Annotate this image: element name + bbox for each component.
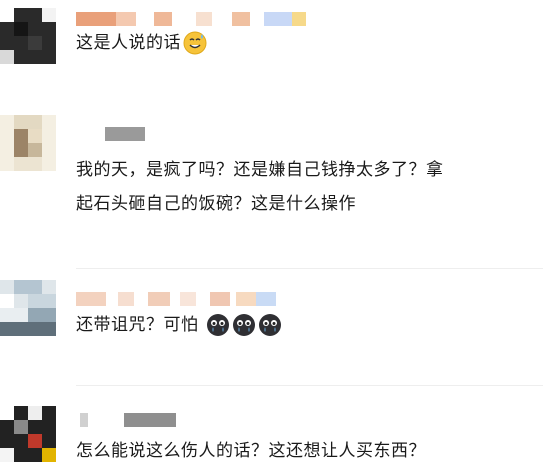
comment-4: 怎么能说这么伤人的话？这还想让人买东西？ [0, 400, 543, 474]
crying-ghost-icon [206, 313, 230, 337]
username[interactable] [76, 292, 276, 306]
sweat-smile-emoji-icon [183, 31, 207, 55]
username[interactable] [76, 413, 176, 427]
comment-text: 这是人说的话 [76, 26, 536, 60]
comment-text: 怎么能说这么伤人的话？这还想让人买东西？ [76, 434, 536, 468]
comment-text-content: 怎么能说这么伤人的话？这还想让人买东西？ [76, 441, 426, 461]
username[interactable] [105, 127, 145, 141]
avatar[interactable] [0, 406, 56, 462]
comment-3: 还带诅咒？可怕 [0, 280, 543, 375]
comment-text-line-1: 我的天，是疯了吗？还是嫌自己钱挣太多了？拿 [76, 160, 444, 180]
comment-text-content: 这是人说的话 [76, 33, 181, 53]
comment-2: 我的天，是疯了吗？还是嫌自己钱挣太多了？拿 起石头砸自己的饭碗？这是什么操作 [0, 115, 543, 245]
avatar[interactable] [0, 115, 56, 171]
crying-ghost-icon [232, 313, 256, 337]
divider [76, 268, 543, 269]
comment-text-line-2: 起石头砸自己的饭碗？这是什么操作 [76, 194, 356, 214]
comment-text-content: 还带诅咒？可怕 [76, 315, 199, 335]
avatar[interactable] [0, 8, 56, 64]
crying-ghost-icon [258, 313, 282, 337]
comment-text: 还带诅咒？可怕 [76, 308, 536, 342]
avatar[interactable] [0, 280, 56, 336]
comment-1: 这是人说的话 [0, 0, 543, 90]
divider [76, 385, 543, 386]
comment-text: 我的天，是疯了吗？还是嫌自己钱挣太多了？拿 起石头砸自己的饭碗？这是什么操作 [76, 153, 536, 221]
username[interactable] [76, 12, 306, 26]
